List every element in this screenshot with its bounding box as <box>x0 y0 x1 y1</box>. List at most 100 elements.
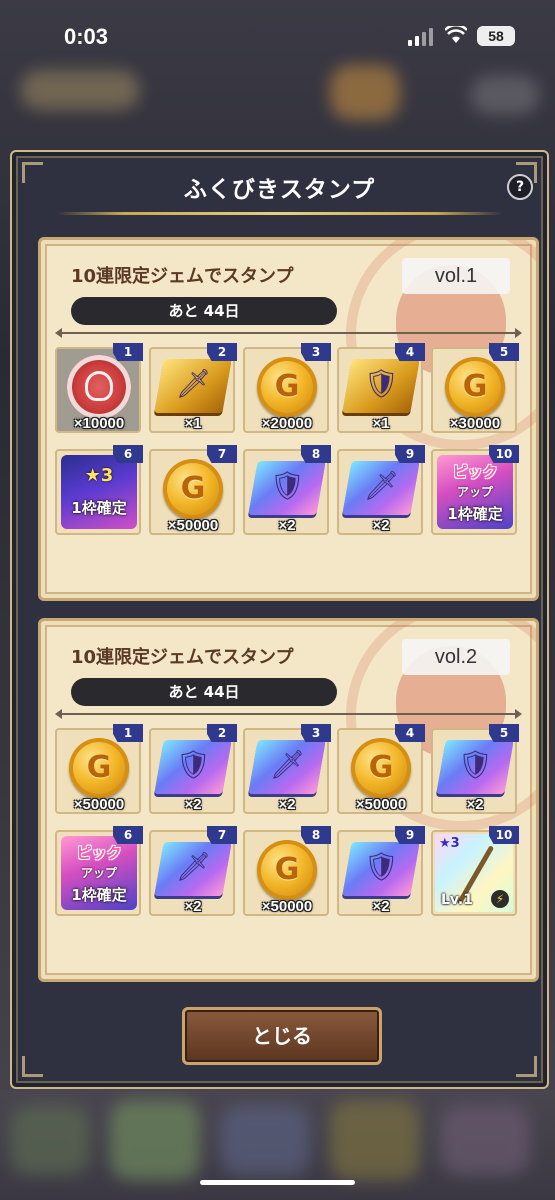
stamp-card-vol1: 10連限定ジェムでスタンプ vol.1 あと 44日 1 ×10000 🗡 2 ×1 G 3… <box>38 237 539 601</box>
stamp-slot[interactable]: G 5 ×30000 <box>431 343 519 433</box>
slot-number: 7 <box>207 445 237 463</box>
slot-number: 5 <box>489 724 519 742</box>
stamp-slot[interactable]: ★3 1枠確定 6 <box>55 445 143 535</box>
reward-quantity: ×20000 <box>261 415 313 432</box>
shield-orb-book-icon: 🛡 <box>342 842 420 896</box>
slime-medal-icon <box>67 355 131 419</box>
reward-quantity: ×2 <box>372 898 390 915</box>
stamp-slot[interactable]: 🛡 8 ×2 <box>243 445 331 535</box>
home-indicator[interactable] <box>200 1180 355 1185</box>
volume-badge: vol.2 <box>402 639 510 675</box>
gold-coin-icon: G <box>257 357 317 417</box>
stamp-slot[interactable]: 🛡 5 ×2 <box>431 724 519 814</box>
stamp-slot[interactable]: G 3 ×20000 <box>243 343 331 433</box>
lightning-icon: ⚡ <box>491 890 509 908</box>
reward-quantity: ×2 <box>466 796 484 813</box>
slot-number: 1 <box>113 724 143 742</box>
slot-number: 2 <box>207 343 237 361</box>
stamp-slot[interactable]: 🛡 4 ×1 <box>337 343 425 433</box>
stamp-slot[interactable]: ピック アップ 1枠確定 10 <box>431 445 519 535</box>
slot-number: 5 <box>489 343 519 361</box>
remaining-days: あと 44日 <box>71 678 337 706</box>
slot-number: 4 <box>395 343 425 361</box>
period-arrow <box>55 328 522 338</box>
reward-quantity: ×2 <box>184 898 202 915</box>
stamp-slot[interactable]: 🛡 2 ×2 <box>149 724 237 814</box>
slot-number: 10 <box>489 445 519 463</box>
shield-orb-book-icon: 🛡 <box>154 740 232 794</box>
gold-coin-icon: G <box>163 459 223 519</box>
ticket-guarantee-label: 1枠確定 <box>71 499 127 517</box>
reward-quantity: ×2 <box>278 517 296 534</box>
sword-orb-book-icon: 🗡 <box>248 740 326 794</box>
ticket-pick-label: ピック <box>452 463 498 481</box>
slot-number: 7 <box>207 826 237 844</box>
stamp-slot[interactable]: ★3 Lv.1 ⚡ 10 <box>431 826 519 916</box>
bottom-blur-b <box>110 1100 200 1180</box>
slot-number: 6 <box>113 445 143 463</box>
stamp-slot[interactable]: G 4 ×50000 <box>337 724 425 814</box>
sword-orb-book-icon: 🗡 <box>154 359 232 413</box>
shield-orb-book-icon: 🛡 <box>248 461 326 515</box>
ticket-guarantee-label: 1枠確定 <box>447 505 503 523</box>
sword-orb-book-icon: 🗡 <box>154 842 232 896</box>
ticket-up-label: アップ <box>456 485 493 499</box>
bottom-blur-c <box>220 1105 310 1175</box>
bottom-blur-a <box>10 1105 90 1175</box>
background-blur-3 <box>470 75 540 115</box>
stamp-slot[interactable]: G 7 ×50000 <box>149 445 237 535</box>
slot-number: 3 <box>301 343 331 361</box>
stamp-slot[interactable]: 1 ×10000 <box>55 343 143 433</box>
level-label: Lv.1 <box>441 892 473 908</box>
reward-quantity: ×50000 <box>261 898 313 915</box>
shield-orb-book-icon: 🛡 <box>436 740 514 794</box>
weapon-reward-icon: ★3 Lv.1 ⚡ <box>435 834 513 912</box>
reward-quantity: ×30000 <box>449 415 501 432</box>
ticket-up-label: アップ <box>80 866 117 880</box>
pickup-guarantee-ticket-icon: ピック アップ 1枠確定 <box>61 836 137 910</box>
sword-orb-book-icon: 🗡 <box>342 461 420 515</box>
volume-badge: vol.1 <box>402 258 510 294</box>
slot-number: 1 <box>113 343 143 361</box>
rarity-label: ★3 <box>439 836 460 851</box>
help-button[interactable]: ? <box>507 174 533 200</box>
pickup-guarantee-ticket-icon: ピック アップ 1枠確定 <box>437 455 513 529</box>
status-time: 0:03 <box>64 24 109 49</box>
corner-ornament-bl <box>22 1056 43 1077</box>
ticket-guarantee-label: 1枠確定 <box>71 886 127 904</box>
slot-number: 2 <box>207 724 237 742</box>
stamp-slot[interactable]: 🗡 3 ×2 <box>243 724 331 814</box>
slot-number: 10 <box>489 826 519 844</box>
bottom-blur-d <box>330 1100 420 1180</box>
battery-indicator: 58 <box>477 26 515 46</box>
dialog-title: ふくびきスタンプ <box>183 177 376 203</box>
gold-coin-icon: G <box>445 357 505 417</box>
background-blur-1 <box>20 70 140 110</box>
reward-quantity: ×1 <box>184 415 202 432</box>
slot-number: 9 <box>395 445 425 463</box>
reward-quantity: ×2 <box>278 796 296 813</box>
close-button[interactable]: とじる <box>182 1007 382 1065</box>
title-divider <box>56 212 503 215</box>
shield-orb-book-icon: 🛡 <box>342 359 420 413</box>
slot-number: 3 <box>301 724 331 742</box>
stamp-card-vol2: 10連限定ジェムでスタンプ vol.2 あと 44日 G 1 ×50000 🛡 2 ×2 🗡… <box>38 618 539 982</box>
stamp-slot[interactable]: G 1 ×50000 <box>55 724 143 814</box>
stamp-slot[interactable]: G 8 ×50000 <box>243 826 331 916</box>
reward-quantity: ×50000 <box>167 517 219 534</box>
gold-coin-icon: G <box>257 840 317 900</box>
period-arrow <box>55 709 522 719</box>
card-title: 10連限定ジェムでスタンプ <box>71 647 294 668</box>
slot-number: 8 <box>301 445 331 463</box>
stamp-slot[interactable]: 🗡 9 ×2 <box>337 445 425 535</box>
stamp-slot[interactable]: 🗡 2 ×1 <box>149 343 237 433</box>
ticket-pick-label: ピック <box>76 844 122 862</box>
card-title: 10連限定ジェムでスタンプ <box>71 266 294 287</box>
remaining-days: あと 44日 <box>71 297 337 325</box>
stamp-slot[interactable]: 🛡 9 ×2 <box>337 826 425 916</box>
ticket-star-label: ★3 <box>84 465 114 486</box>
reward-quantity: ×10000 <box>73 415 125 432</box>
stamp-slot[interactable]: ピック アップ 1枠確定 6 <box>55 826 143 916</box>
corner-ornament-br <box>516 1056 537 1077</box>
stamp-slot[interactable]: 🗡 7 ×2 <box>149 826 237 916</box>
